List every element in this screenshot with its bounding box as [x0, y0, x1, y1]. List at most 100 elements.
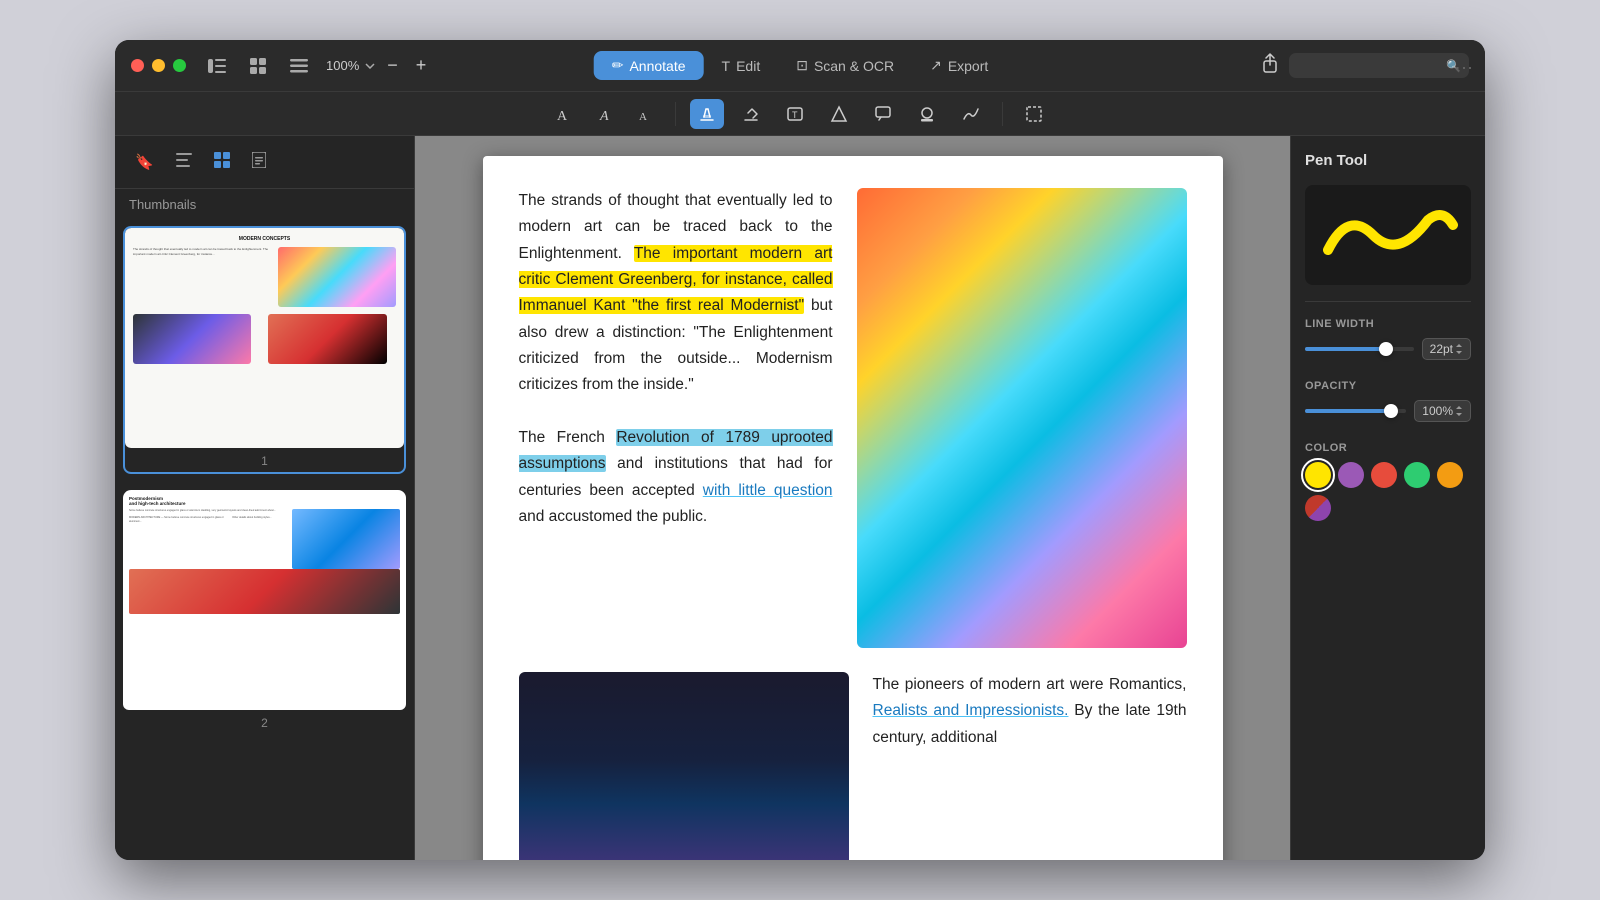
grid-view-button[interactable]: [244, 54, 272, 78]
sidebar: 🔖 Thumbnails MODERN CONCEPTS: [115, 136, 415, 860]
sidebar-tabs: 🔖: [115, 136, 414, 189]
text-style-button[interactable]: A: [549, 100, 581, 128]
thumbnail-2-image: Postmodernismand high-tech architecture …: [123, 490, 406, 710]
thumb2-title: Postmodernismand high-tech architecture: [129, 496, 400, 506]
tab-scan-ocr[interactable]: ⊡ Scan & OCR: [778, 51, 912, 80]
svg-text:A: A: [557, 109, 568, 122]
tab-export[interactable]: ↗ Export: [912, 51, 1006, 80]
nav-tabs: ✏ Annotate T Edit ⊡ Scan & OCR ↗ Export: [594, 51, 1007, 80]
sidebar-tab-outline[interactable]: [168, 147, 200, 177]
svg-text:A: A: [639, 111, 647, 122]
underlined-text-cyan: with little question: [703, 482, 833, 499]
panel-title: Pen Tool: [1305, 152, 1471, 169]
annotate-label: Annotate: [629, 58, 685, 74]
thumbnail-1-image: MODERN CONCEPTS The strands of thought t…: [125, 228, 404, 448]
shape-button[interactable]: [822, 99, 856, 129]
main-area: 🔖 Thumbnails MODERN CONCEPTS: [115, 136, 1485, 860]
comment-button[interactable]: [866, 99, 900, 129]
pen-preview: [1305, 185, 1471, 285]
toolbar-divider-2: [1002, 102, 1003, 126]
line-width-value[interactable]: 22pt: [1422, 338, 1471, 360]
maximize-button[interactable]: [173, 59, 186, 72]
opacity-slider-row: 100%: [1305, 400, 1471, 422]
scan-icon: ⊡: [796, 57, 808, 74]
color-swatch-orange[interactable]: [1437, 462, 1463, 488]
main-paragraph: The strands of thought that eventually l…: [519, 188, 833, 530]
search-input[interactable]: [1289, 53, 1469, 78]
opacity-track[interactable]: [1305, 409, 1406, 413]
doc-text-bottom: The pioneers of modern art were Romantic…: [873, 672, 1187, 860]
svg-text:T: T: [792, 110, 798, 120]
zoom-out-button[interactable]: −: [381, 53, 404, 78]
toolbar-divider-1: [675, 102, 676, 126]
doc-bottom-section: The pioneers of modern art were Romantic…: [519, 672, 1187, 860]
sidebar-toggle-button[interactable]: [202, 55, 232, 77]
sidebar-content[interactable]: MODERN CONCEPTS The strands of thought t…: [115, 218, 414, 860]
color-swatch-green[interactable]: [1404, 462, 1430, 488]
app-window: 100% − + ✏ Annotate T Edit ⊡ Scan & OCR …: [115, 40, 1485, 860]
text-french-start: The French: [519, 429, 617, 446]
right-panel: Pen Tool LINE WIDTH 22pt: [1290, 136, 1485, 860]
thumb1-title: MODERN CONCEPTS: [133, 236, 396, 243]
selection-button[interactable]: [1017, 99, 1051, 129]
zoom-in-button[interactable]: +: [410, 53, 433, 78]
search-wrapper: 🔍: [1289, 53, 1469, 78]
opacity-value[interactable]: 100%: [1414, 400, 1471, 422]
zoom-control: 100% − +: [326, 53, 432, 78]
minimize-button[interactable]: [152, 59, 165, 72]
thumbnail-page-2[interactable]: Postmodernismand high-tech architecture …: [123, 490, 406, 734]
toolbar-right: 🔍: [1261, 53, 1469, 78]
sidebar-tab-bookmark[interactable]: 🔖: [127, 147, 162, 177]
sidebar-tab-page[interactable]: [244, 146, 274, 178]
color-swatch-yellow[interactable]: [1305, 462, 1331, 488]
stamp-button[interactable]: [910, 99, 944, 129]
color-swatches: [1305, 462, 1471, 521]
color-swatch-dark-red[interactable]: [1305, 495, 1331, 521]
document-image-bottom-left: [519, 672, 849, 860]
text-italic-button[interactable]: A: [591, 100, 621, 128]
line-width-slider-row: 22pt: [1305, 338, 1471, 360]
zoom-level-label: 100%: [326, 58, 359, 73]
toolbar-left: 100% − +: [202, 53, 432, 78]
panel-divider-1: [1305, 301, 1471, 302]
tab-edit[interactable]: T Edit: [704, 52, 779, 80]
color-swatch-red[interactable]: [1371, 462, 1397, 488]
signature-button[interactable]: [954, 99, 988, 129]
document-area[interactable]: The strands of thought that eventually l…: [415, 136, 1290, 860]
title-bar: 100% − + ✏ Annotate T Edit ⊡ Scan & OCR …: [115, 40, 1485, 92]
scan-label: Scan & OCR: [814, 58, 894, 74]
opacity-label: OPACITY: [1305, 380, 1471, 392]
thumbnail-2-number: 2: [123, 716, 406, 734]
share-button[interactable]: [1261, 53, 1279, 78]
bottom-paragraph: The pioneers of modern art were Romantic…: [873, 672, 1187, 751]
highlighter-button[interactable]: [690, 99, 724, 129]
tab-annotate[interactable]: ✏ Annotate: [594, 51, 704, 80]
color-section: COLOR: [1305, 442, 1471, 521]
opacity-section: OPACITY 100%: [1305, 380, 1471, 426]
thumbnail-page-1[interactable]: MODERN CONCEPTS The strands of thought t…: [123, 226, 406, 474]
sidebar-tab-thumbnails[interactable]: [206, 146, 238, 178]
textbox-button[interactable]: T: [778, 99, 812, 129]
text-small-button[interactable]: A: [631, 100, 661, 128]
traffic-lights: [131, 59, 186, 72]
more-options-icon[interactable]: ⋮: [1453, 59, 1475, 73]
svg-text:A: A: [599, 109, 609, 122]
doc-text-main: The strands of thought that eventually l…: [519, 188, 833, 648]
line-width-track[interactable]: [1305, 347, 1414, 351]
line-width-thumb[interactable]: [1379, 342, 1393, 356]
export-label: Export: [948, 58, 988, 74]
line-width-label: LINE WIDTH: [1305, 318, 1471, 330]
thumbnail-1-number: 1: [125, 454, 404, 472]
document-content: The strands of thought that eventually l…: [483, 156, 1223, 860]
color-label: COLOR: [1305, 442, 1471, 454]
close-button[interactable]: [131, 59, 144, 72]
eraser-button[interactable]: [734, 99, 768, 129]
opacity-thumb[interactable]: [1384, 404, 1398, 418]
list-view-button[interactable]: [284, 55, 314, 77]
opacity-fill: [1305, 409, 1391, 413]
document-page: The strands of thought that eventually l…: [483, 156, 1223, 860]
text-final: and accustomed the public.: [519, 508, 708, 525]
export-icon: ↗: [930, 57, 942, 74]
doc-top-section: The strands of thought that eventually l…: [519, 188, 1187, 648]
color-swatch-purple[interactable]: [1338, 462, 1364, 488]
